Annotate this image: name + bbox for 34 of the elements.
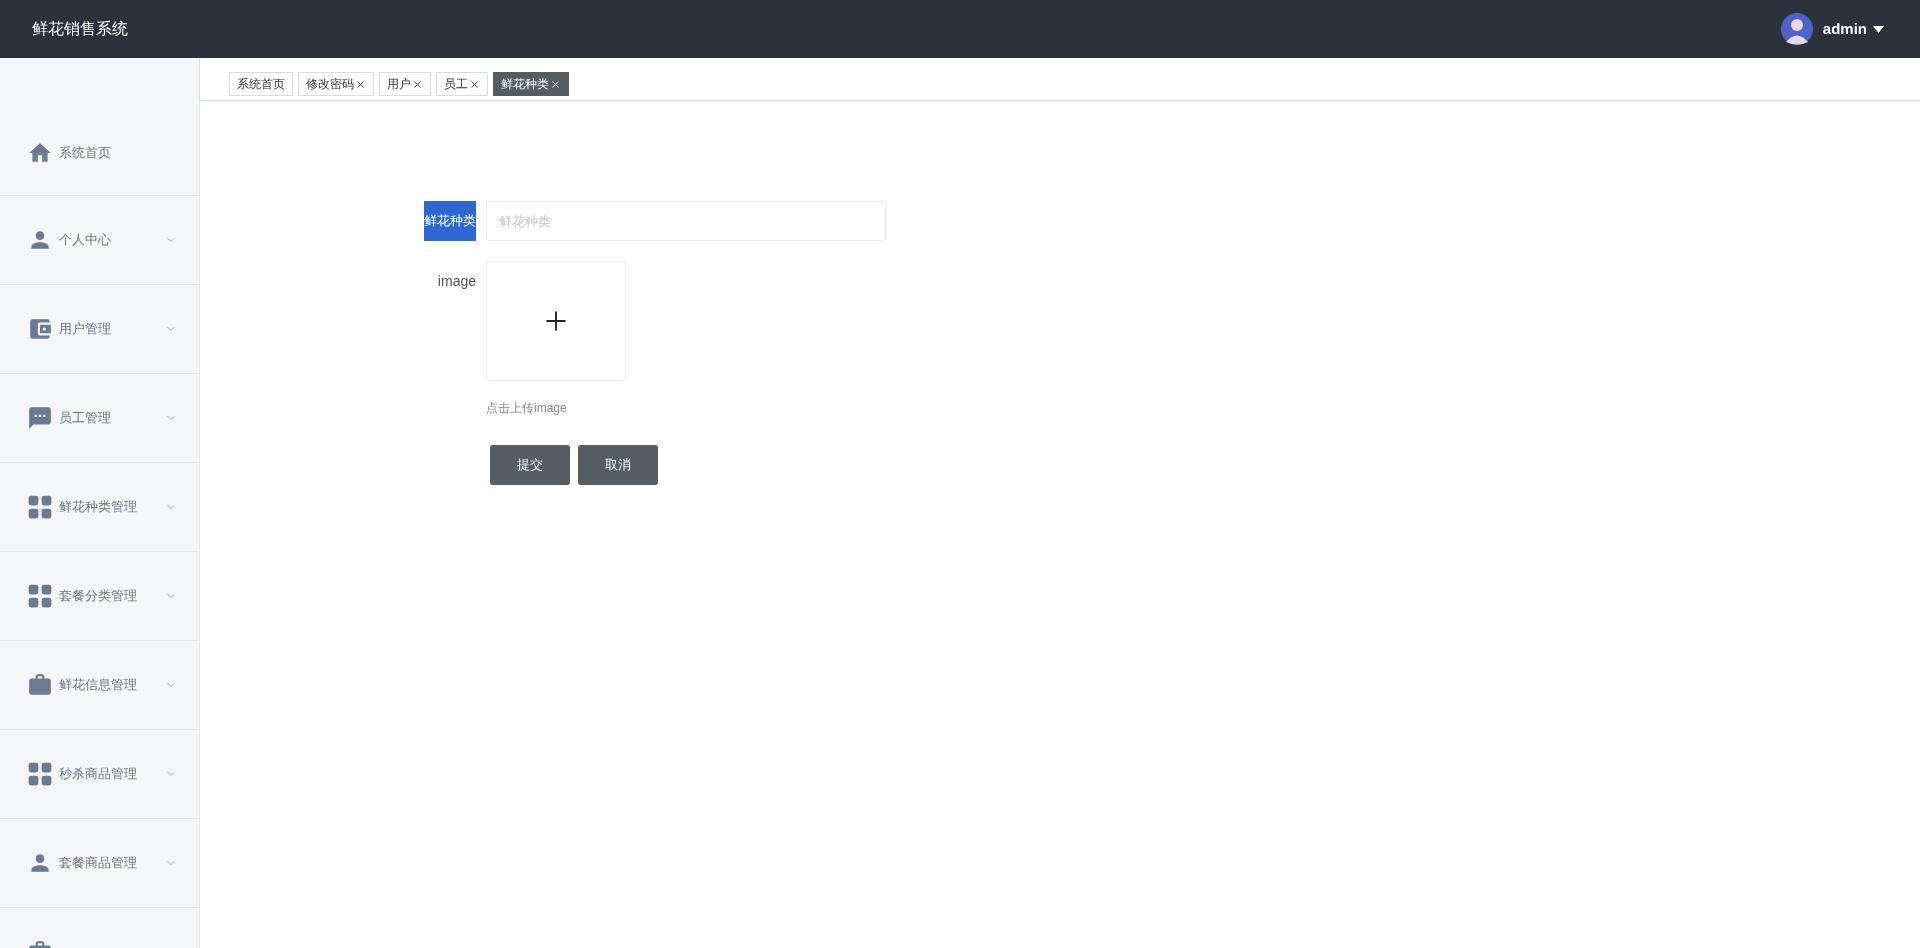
briefcase-icon — [27, 672, 53, 698]
sidebar-item[interactable]: 秒杀商品管理 — [0, 730, 199, 819]
wallet-icon — [27, 316, 53, 342]
input-field[interactable]: 鲜花种类 — [486, 201, 886, 241]
grid-icon — [27, 494, 53, 520]
sidebar-item[interactable]: 套餐商品管理 — [0, 819, 199, 908]
grid-icon — [27, 761, 53, 787]
tab[interactable]: 修改密码 — [298, 72, 374, 96]
tab[interactable]: 员工 — [436, 72, 488, 96]
tab[interactable]: 鲜花种类 — [493, 72, 569, 96]
close-icon[interactable] — [469, 78, 480, 90]
sidebar-item[interactable]: 员工管理 — [0, 374, 199, 463]
close-icon[interactable] — [550, 78, 561, 90]
tab[interactable]: 系统首页 — [229, 72, 293, 96]
sidebar-item[interactable]: 用户管理 — [0, 285, 199, 374]
avatar — [1780, 13, 1813, 45]
grid-icon — [27, 583, 53, 609]
sidebar-item[interactable]: 套餐分类管理 — [0, 552, 199, 641]
upload-hint: 点击上传image — [486, 400, 568, 417]
field-label: 鲜花种类 — [424, 201, 476, 241]
tab[interactable]: 用户 — [379, 72, 431, 96]
sidebar-item[interactable]: 鲜花种类管理 — [0, 463, 199, 552]
sidebar-item[interactable]: 鲜花信息管理 — [0, 641, 199, 730]
close-icon[interactable] — [412, 78, 423, 90]
sidebar-item[interactable]: 个人中心 — [0, 196, 199, 285]
sidebar-item[interactable]: 系统首页 — [0, 58, 199, 196]
close-icon[interactable] — [355, 78, 366, 90]
user-menu[interactable]: admin — [1822, 17, 1884, 41]
caret-icon — [1873, 25, 1884, 33]
cancel-button[interactable]: 取消 — [578, 445, 658, 485]
field-label: image — [437, 272, 476, 291]
submit-button[interactable]: 提交 — [490, 445, 570, 485]
chat-icon — [27, 405, 53, 431]
app-title: 鲜花销售系统 — [32, 19, 128, 39]
